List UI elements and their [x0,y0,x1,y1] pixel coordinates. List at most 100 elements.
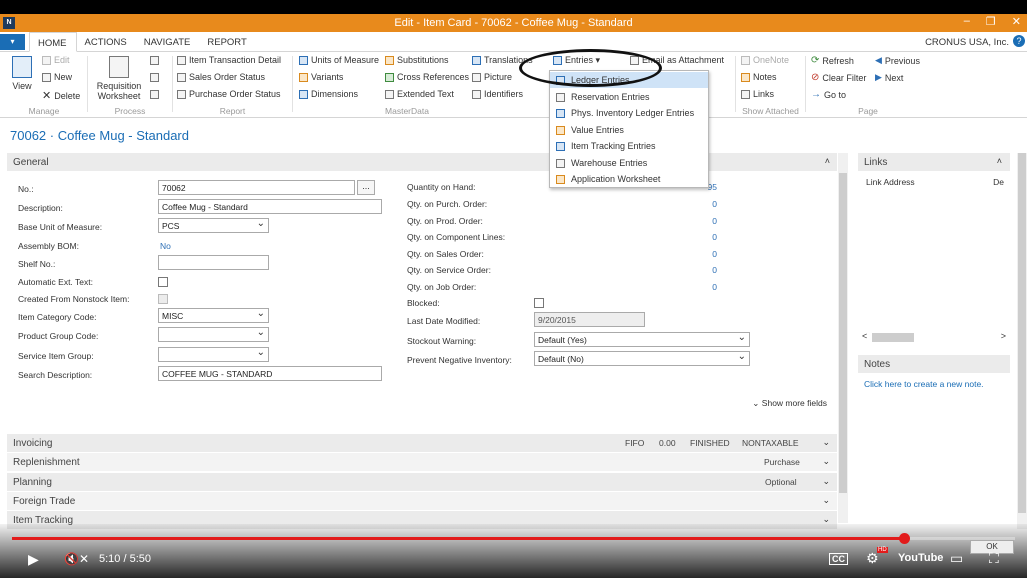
previous-button[interactable]: ◀ Previous [875,55,920,66]
dimensions-button[interactable]: Dimensions [299,89,358,99]
notes-button[interactable]: Notes [741,72,777,82]
qty-on-service-order-value[interactable]: 0 [697,265,717,275]
restore-button[interactable]: ❐ [986,15,996,28]
main-scrollbar-thumb[interactable] [839,173,847,493]
links-factbox-header[interactable]: Links ˄ [858,153,1010,171]
base-uom-select[interactable]: PCS [158,218,269,233]
menu-item-value-entries[interactable]: Value Entries [550,122,708,138]
tab-report[interactable]: REPORT [199,32,255,52]
minimize-button[interactable]: – [964,15,970,28]
description-field[interactable]: Coffee Mug - Standard [158,199,382,214]
go-to-button[interactable]: → Go to [811,89,846,100]
edit-button[interactable]: Edit [42,55,70,65]
application-menu-button[interactable]: ▾ [0,34,25,50]
qty-on-purch-order-value[interactable]: 0 [697,199,717,209]
identifiers-button[interactable]: Identifiers [472,89,523,99]
product-group-select[interactable] [158,327,269,342]
tab-home[interactable]: HOME [29,32,77,52]
collapse-chevron-icon[interactable]: ˄ [825,156,830,166]
stockout-warning-select[interactable]: Default (Yes) [534,332,750,347]
video-progress-bar[interactable] [12,533,1015,544]
extended-text-button[interactable]: Extended Text [385,89,454,99]
entries-dropdown-button[interactable]: Entries ▾ [553,55,600,66]
menu-item-warehouse-entries[interactable]: Warehouse Entries [550,155,708,171]
fasttab-invoicing-header[interactable]: Invoicing FIFO 0.00 FINISHED NONTAXABLE … [7,434,837,452]
help-icon[interactable]: ? [1013,35,1025,47]
show-more-fields-link[interactable]: ⌄ Show more fields [752,398,827,409]
links-horizontal-scrollbar[interactable]: < > [862,331,1006,344]
item-category-select[interactable]: MISC [158,308,269,323]
new-button[interactable]: New [42,72,72,82]
service-item-group-select[interactable] [158,347,269,362]
expand-chevron-icon[interactable]: ⌄ [822,476,830,487]
menu-item-application-worksheet[interactable]: Application Worksheet [550,171,708,187]
menu-item-ledger-entries[interactable]: Ledger Entries [550,72,708,88]
units-of-measure-button[interactable]: Units of Measure [299,55,379,65]
cross-references-button[interactable]: Cross References [385,72,469,82]
qty-on-prod-order-value[interactable]: 0 [697,216,717,226]
notes-factbox-header[interactable]: Notes [858,355,1010,373]
process-small-icon-2[interactable] [150,73,159,82]
prevent-negative-inventory-select[interactable]: Default (No) [534,351,750,366]
expand-chevron-icon[interactable]: ⌄ [822,495,830,506]
mute-button[interactable]: 🔇✕ [64,552,89,566]
next-button[interactable]: ▶ Next [875,72,903,83]
no-field[interactable]: 70062 [158,180,355,195]
picture-button[interactable]: Picture [472,72,512,82]
onenote-button[interactable]: OneNote [741,55,789,65]
view-button[interactable]: View [8,56,36,91]
fasttab-planning-header[interactable]: Planning Optional ⌄ [7,473,837,491]
fasttab-general-header[interactable]: General ˄ [7,153,837,171]
automatic-ext-text-checkbox[interactable] [158,277,168,287]
qty-on-job-order-value[interactable]: 0 [697,282,717,292]
links-scrollbar-thumb[interactable] [872,333,914,342]
fasttab-replenishment-header[interactable]: Replenishment Purchase ⌄ [7,453,837,471]
menu-item-phys-inventory-ledger-entries[interactable]: Phys. Inventory Ledger Entries [550,105,708,121]
create-new-note-link[interactable]: Click here to create a new note. [858,373,1010,395]
variants-button[interactable]: Variants [299,72,343,82]
fullscreen-icon[interactable]: ⛶ [989,550,999,567]
expand-chevron-icon[interactable]: ⌄ [822,456,830,467]
scroll-left-arrow-icon[interactable]: < [862,331,867,341]
purchase-order-status-button[interactable]: Purchase Order Status [177,89,281,99]
tab-actions[interactable]: ACTIONS [77,32,136,52]
refresh-button[interactable]: ⟳ Refresh [811,55,854,66]
shelf-no-field[interactable] [158,255,269,270]
substitutions-button[interactable]: Substitutions [385,55,449,65]
email-as-attachment-button[interactable]: Email as Attachment [630,55,724,65]
qty-on-sales-order-value[interactable]: 0 [697,249,717,259]
links-button[interactable]: Links [741,89,774,99]
qty-on-component-lines-value[interactable]: 0 [697,232,717,242]
page-scrollbar-thumb[interactable] [1018,153,1026,513]
play-button[interactable]: ▶ [28,551,39,568]
tab-navigate[interactable]: NAVIGATE [136,32,200,52]
blocked-checkbox[interactable] [534,298,544,308]
collapse-chevron-icon[interactable]: ˄ [997,156,1002,166]
video-scrubber-handle[interactable] [898,533,910,544]
fasttab-foreign-trade-header[interactable]: Foreign Trade ⌄ [7,492,837,510]
no-assist-edit-button[interactable]: ... [357,180,375,195]
item-transaction-detail-button[interactable]: Item Transaction Detail [177,55,281,65]
youtube-logo[interactable]: YouTube [898,552,943,564]
main-vertical-scrollbar[interactable] [838,153,848,523]
process-small-icon-3[interactable] [150,90,159,99]
scroll-right-arrow-icon[interactable]: > [1001,331,1006,341]
description-column-header[interactable]: De [993,177,1004,187]
close-button[interactable]: ✕ [1012,15,1021,28]
menu-item-item-tracking-entries[interactable]: Item Tracking Entries [550,138,708,154]
translations-button[interactable]: Translations [472,55,533,65]
link-address-column-header[interactable]: Link Address [866,177,915,187]
cast-icon[interactable]: ▭ [950,550,963,567]
company-name[interactable]: CRONUS USA, Inc. [925,37,1009,48]
process-small-icon-1[interactable] [150,56,159,65]
requisition-worksheet-button[interactable]: Requisition Worksheet [94,56,144,101]
sales-order-status-button[interactable]: Sales Order Status [177,72,265,82]
closed-captions-button[interactable]: CC [829,553,848,565]
clear-filter-button[interactable]: ⊘ Clear Filter [811,72,866,83]
assembly-bom-link[interactable]: No [160,241,171,251]
menu-item-reservation-entries[interactable]: Reservation Entries [550,89,708,105]
delete-button[interactable]: ✕ Delete [42,89,80,102]
page-vertical-scrollbar[interactable] [1017,153,1027,529]
expand-chevron-icon[interactable]: ⌄ [822,437,830,448]
search-description-field[interactable]: COFFEE MUG - STANDARD [158,366,382,381]
